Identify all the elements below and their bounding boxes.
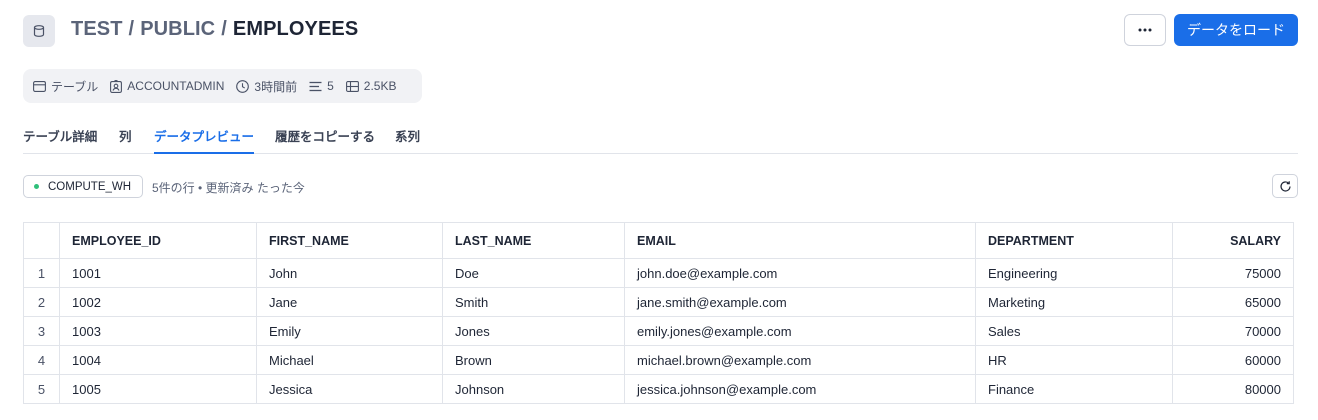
row-index: 2 <box>23 287 60 317</box>
meta-size: 2.5KB <box>345 79 397 93</box>
refresh-button[interactable] <box>1272 174 1298 198</box>
column-header-salary[interactable]: SALARY <box>1172 222 1294 259</box>
table-row: 1 1001 John Doe john.doe@example.com Eng… <box>23 258 1294 288</box>
cell-email[interactable]: emily.jones@example.com <box>624 316 976 346</box>
meta-size-label: 2.5KB <box>363 79 397 93</box>
table-row: 4 1004 Michael Brown michael.brown@examp… <box>23 345 1294 375</box>
meta-owner-label: ACCOUNTADMIN <box>127 79 225 93</box>
cell-salary[interactable]: 80000 <box>1172 374 1294 404</box>
cell-department[interactable]: Sales <box>975 316 1173 346</box>
meta-type-label: テーブル <box>51 79 99 94</box>
meta-updated: 3時間前 <box>236 78 297 95</box>
table-header-row: EMPLOYEE_ID FIRST_NAME LAST_NAME EMAIL D… <box>23 222 1294 259</box>
more-options-button[interactable] <box>1124 14 1166 46</box>
cell-last-name[interactable]: Doe <box>442 258 625 288</box>
cell-department[interactable]: Marketing <box>975 287 1173 317</box>
cell-salary[interactable]: 70000 <box>1172 316 1294 346</box>
cell-first-name[interactable]: Jessica <box>256 374 443 404</box>
column-header-last-name[interactable]: LAST_NAME <box>442 222 625 259</box>
column-header-index <box>23 222 60 259</box>
cell-department[interactable]: Finance <box>975 374 1173 404</box>
page-title: TEST / PUBLIC / EMPLOYEES <box>71 18 358 41</box>
breadcrumb-schema[interactable]: PUBLIC <box>140 18 215 40</box>
page-header: TEST / PUBLIC / EMPLOYEES データをロード <box>23 14 1298 48</box>
table-row: 3 1003 Emily Jones emily.jones@example.c… <box>23 316 1294 346</box>
tab-data-preview[interactable]: データプレビュー <box>154 126 255 154</box>
meta-owner: ACCOUNTADMIN <box>110 79 224 93</box>
cell-employee-id[interactable]: 1003 <box>59 316 257 346</box>
breadcrumb-separator: / <box>221 18 227 40</box>
cell-employee-id[interactable]: 1002 <box>59 287 257 317</box>
cell-salary[interactable]: 60000 <box>1172 345 1294 375</box>
column-header-first-name[interactable]: FIRST_NAME <box>256 222 443 259</box>
ellipsis-icon <box>1138 28 1152 32</box>
meta-type: テーブル <box>33 78 98 95</box>
cell-salary[interactable]: 65000 <box>1172 287 1294 317</box>
user-badge-icon <box>110 79 123 93</box>
cell-salary[interactable]: 75000 <box>1172 258 1294 288</box>
cell-last-name[interactable]: Brown <box>442 345 625 375</box>
cell-last-name[interactable]: Johnson <box>442 374 625 404</box>
cell-email[interactable]: john.doe@example.com <box>624 258 976 288</box>
table-meta-bar: テーブル ACCOUNTADMIN 3時間前 5 2.5KB <box>23 69 422 103</box>
cell-first-name[interactable]: Michael <box>256 345 443 375</box>
row-index: 3 <box>23 316 60 346</box>
cell-first-name[interactable]: John <box>256 258 443 288</box>
cell-first-name[interactable]: Jane <box>256 287 443 317</box>
cell-last-name[interactable]: Jones <box>442 316 625 346</box>
meta-rows: 5 <box>309 79 334 93</box>
tab-lineage[interactable]: 系列 <box>395 126 420 154</box>
column-header-department[interactable]: DEPARTMENT <box>975 222 1173 259</box>
row-index: 5 <box>23 374 60 404</box>
meta-rows-label: 5 <box>327 79 334 93</box>
table-row: 5 1005 Jessica Johnson jessica.johnson@e… <box>23 374 1294 404</box>
cell-employee-id[interactable]: 1005 <box>59 374 257 404</box>
table-icon <box>33 80 46 92</box>
breadcrumb-database[interactable]: TEST <box>71 18 123 40</box>
cell-first-name[interactable]: Emily <box>256 316 443 346</box>
cell-email[interactable]: jane.smith@example.com <box>624 287 976 317</box>
storage-icon <box>345 80 359 92</box>
refresh-icon <box>1279 180 1291 192</box>
tab-copy-history[interactable]: 履歴をコピーする <box>275 126 375 154</box>
cell-department[interactable]: Engineering <box>975 258 1173 288</box>
cell-email[interactable]: jessica.johnson@example.com <box>624 374 976 404</box>
tab-bar: テーブル詳細 列 データプレビュー 履歴をコピーする 系列 <box>23 124 1298 154</box>
tab-table-details[interactable]: テーブル詳細 <box>23 126 97 154</box>
database-icon <box>23 15 55 47</box>
row-index: 4 <box>23 345 60 375</box>
warehouse-selector[interactable]: COMPUTE_WH <box>23 175 143 198</box>
clock-icon <box>236 79 250 93</box>
rows-icon <box>309 81 322 91</box>
cell-last-name[interactable]: Smith <box>442 287 625 317</box>
cell-email[interactable]: michael.brown@example.com <box>624 345 976 375</box>
tab-columns[interactable]: 列 <box>119 126 132 154</box>
cell-employee-id[interactable]: 1004 <box>59 345 257 375</box>
data-preview-table: EMPLOYEE_ID FIRST_NAME LAST_NAME EMAIL D… <box>23 222 1294 404</box>
column-header-employee-id[interactable]: EMPLOYEE_ID <box>59 222 257 259</box>
cell-employee-id[interactable]: 1001 <box>59 258 257 288</box>
row-index: 1 <box>23 258 60 288</box>
meta-updated-label: 3時間前 <box>254 79 298 94</box>
warehouse-status-dot <box>34 184 39 189</box>
breadcrumb-separator: / <box>128 18 135 40</box>
column-header-email[interactable]: EMAIL <box>624 222 976 259</box>
load-data-button[interactable]: データをロード <box>1174 14 1298 46</box>
preview-status: 5件の行 • 更新済み たった今 <box>152 181 305 195</box>
warehouse-name: COMPUTE_WH <box>48 180 132 193</box>
table-row: 2 1002 Jane Smith jane.smith@example.com… <box>23 287 1294 317</box>
breadcrumb-table: EMPLOYEES <box>232 18 359 40</box>
cell-department[interactable]: HR <box>975 345 1173 375</box>
